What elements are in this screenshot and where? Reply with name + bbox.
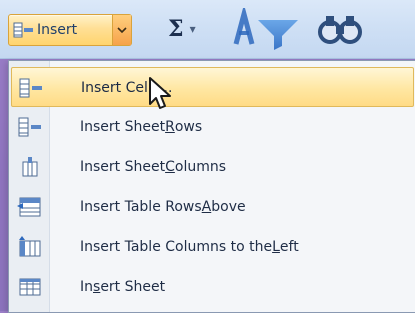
menu-item-insert-table-rows-above[interactable]: Insert Table Rows Above: [11, 187, 414, 227]
insert-dropdown-arrow[interactable]: [112, 15, 131, 45]
sort-filter-icon[interactable]: [228, 8, 302, 52]
menu-item-label: In s ert Sheet: [80, 279, 166, 295]
insert-rows-icon: [15, 115, 45, 139]
menu-item-insert-sheet[interactable]: In s ert Sheet: [11, 267, 414, 307]
insert-dropdown-menu: Insert Cells... Insert Sheet Rows: [8, 60, 415, 313]
menu-item-insert-sheet-columns[interactable]: Insert Sheet Columns: [11, 147, 414, 187]
menu-item-label: Insert Table Columns to the Left: [80, 239, 299, 255]
menu-item-label: Insert Table Rows Above: [80, 199, 246, 215]
ribbon-cells-group: Insert Σ ▾: [0, 0, 415, 59]
mouse-cursor-icon: [149, 77, 171, 109]
menu-item-label: Insert Sheet Columns: [80, 159, 227, 175]
menu-item-insert-cells[interactable]: Insert Cells...: [11, 67, 414, 107]
autosum-dropdown-icon[interactable]: ▾: [190, 22, 196, 36]
autosum-button[interactable]: Σ ▾: [168, 14, 220, 44]
insert-table-rows-above-icon: [15, 195, 45, 219]
menu-item-label: Insert Sheet Rows: [80, 119, 203, 135]
menu-item-insert-sheet-rows[interactable]: Insert Sheet Rows: [11, 107, 414, 147]
insert-button[interactable]: Insert: [9, 15, 113, 45]
autosum-icon: Σ: [168, 16, 184, 42]
insert-columns-icon: [15, 155, 45, 179]
insert-split-button[interactable]: Insert: [8, 14, 132, 46]
find-select-icon[interactable]: [312, 10, 368, 50]
insert-cells-icon: [13, 22, 33, 38]
menu-item-insert-table-columns-left[interactable]: Insert Table Columns to the Left: [11, 227, 414, 267]
insert-table-columns-left-icon: [15, 235, 45, 259]
chevron-down-icon: [117, 27, 127, 34]
insert-cells-icon: [16, 76, 46, 100]
insert-sheet-icon: [15, 275, 45, 299]
insert-button-label: Insert: [37, 22, 78, 38]
